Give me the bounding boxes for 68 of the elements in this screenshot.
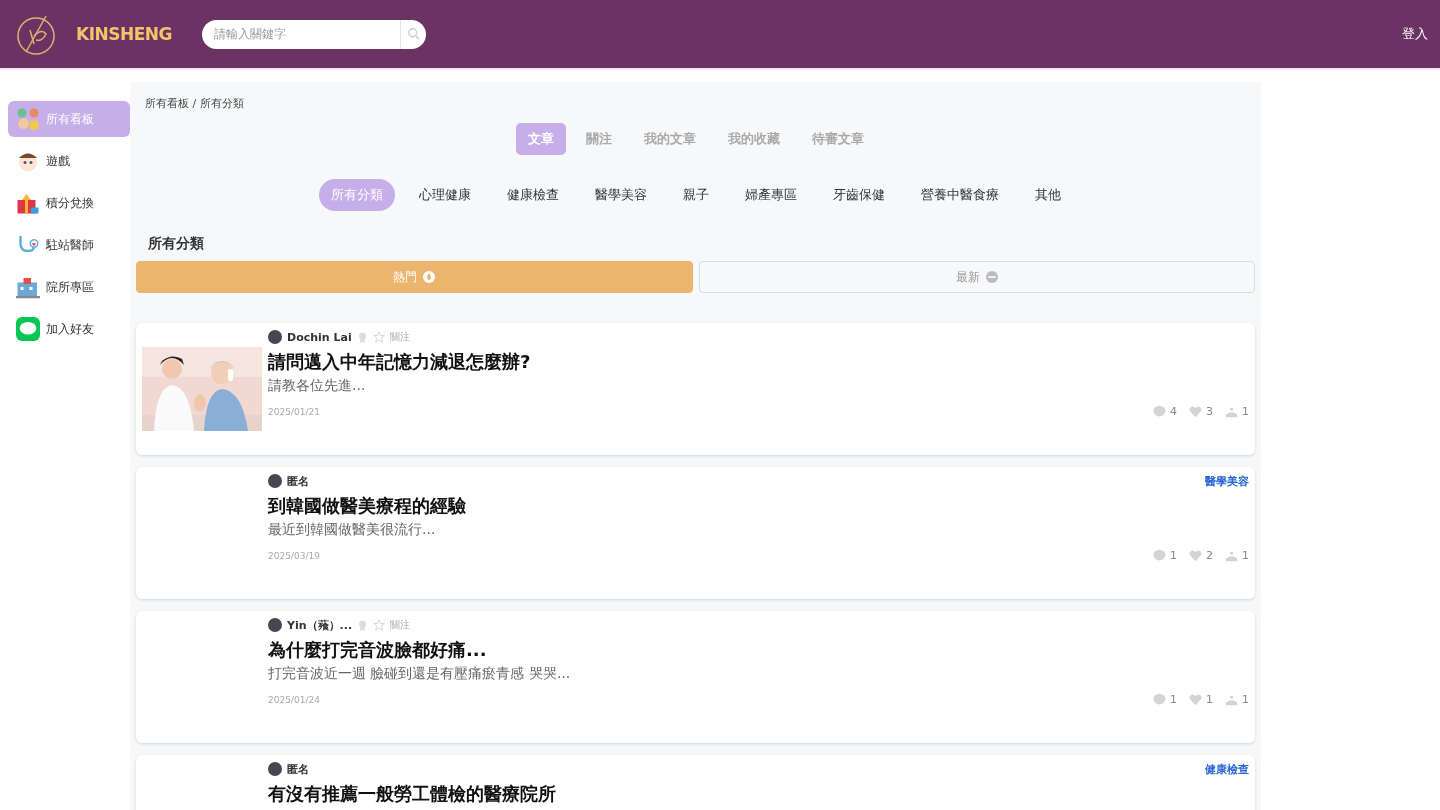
post-date: 2025/01/21 (268, 406, 320, 417)
avatar (268, 474, 282, 488)
post-excerpt: 請教各位先進... (268, 377, 367, 395)
breadcrumb: 所有看板 / 所有分類 (144, 96, 245, 111)
category-tab[interactable]: 醫學美容 (582, 179, 659, 211)
sidebar-item[interactable]: 遊戲 (8, 143, 130, 179)
reaction-count: 1 (1225, 693, 1249, 706)
heart-icon (1189, 549, 1202, 562)
comment-icon (1153, 693, 1166, 706)
comment-count: 1 (1153, 693, 1177, 706)
avatar (268, 618, 282, 632)
post-date: 2025/03/19 (268, 550, 320, 561)
post-title[interactable]: 為什麼打完音波臉都好痛... (268, 638, 1249, 662)
post-card[interactable]: 匿名 醫學美容 到韓國做醫美療程的經驗 最近到韓國做醫美很流行... 2025/03/19 1 2 1 (136, 467, 1255, 599)
heart-icon (1189, 693, 1202, 706)
like-count: 1 (1189, 693, 1213, 706)
search-bar[interactable]: 請輸入關鍵字 (202, 19, 426, 49)
category-tab[interactable]: 親子 (670, 179, 721, 211)
badge-icon (357, 619, 369, 631)
badge-icon (356, 331, 368, 343)
avatar (268, 330, 282, 344)
author-name[interactable]: 匿名 (287, 761, 309, 777)
sidebar-item[interactable]: 院所專區 (8, 269, 130, 305)
category-tag[interactable]: 醫學美容 (1205, 473, 1249, 489)
search-icon (406, 27, 421, 41)
post-excerpt: 打完音波近一週 臉碰到還是有壓痛瘀青感 哭哭... (268, 665, 572, 683)
like-count: 3 (1189, 405, 1213, 418)
comment-count: 1 (1153, 549, 1177, 562)
post-title[interactable]: 請問邁入中年記憶力減退怎麼辦? (268, 350, 1249, 374)
post-card[interactable]: Yin（薞）... 關注 為什麼打完音波臉都好痛... 打完音波近一週 臉碰到還是有壓痛瘀青感 哭哭... 2025/01/24 1 1 1 (136, 611, 1255, 743)
post-card[interactable]: 匿名 健康檢查 有沒有推薦一般勞工體檢的醫療院所 (136, 755, 1255, 810)
category-tab[interactable]: 其他 (1022, 179, 1073, 211)
author-name[interactable]: Yin（薞）... (287, 617, 353, 633)
comment-icon (1153, 549, 1166, 562)
sidebar-item[interactable]: 加入好友 (8, 311, 130, 347)
gift-icon (16, 191, 40, 215)
category-tab[interactable]: 婦產專區 (732, 179, 809, 211)
brand-name[interactable]: KINSHENG (76, 24, 172, 44)
flame-icon (423, 271, 436, 283)
hospital-icon (16, 275, 40, 299)
author-name[interactable]: 匿名 (287, 473, 309, 489)
star-icon (373, 619, 386, 631)
post-title[interactable]: 有沒有推薦一般勞工體檢的醫療院所 (268, 782, 1249, 806)
post-date: 2025/01/24 (268, 694, 320, 705)
star-icon (372, 331, 385, 343)
login-link[interactable]: 登入 (1402, 25, 1428, 43)
reaction-count: 1 (1225, 549, 1249, 562)
post-card[interactable]: Dochin Lai 關注 請問邁入中年記憶力減退怎麼辦? 請教各位先進... 2025/01/21 4 3 1 (136, 323, 1255, 455)
comment-count: 4 (1153, 405, 1177, 418)
category-tab[interactable]: 健康檢查 (494, 179, 571, 211)
like-count: 2 (1189, 549, 1213, 562)
category-tab[interactable]: 牙齒保健 (820, 179, 897, 211)
search-field[interactable]: 請輸入關鍵字 (202, 27, 400, 41)
post-title[interactable]: 到韓國做醫美療程的經驗 (268, 494, 1249, 518)
sidebar-item[interactable]: 積分兌換 (8, 185, 130, 221)
author-name[interactable]: Dochin Lai (287, 330, 352, 344)
post-excerpt: 最近到韓國做醫美很流行... (268, 521, 437, 539)
comment-icon (1153, 405, 1166, 418)
sidebar-item[interactable]: 駐站醫師 (8, 227, 130, 263)
category-tag[interactable]: 健康檢查 (1205, 761, 1249, 777)
section-title: 所有分類 (148, 235, 205, 253)
chat-icon (16, 317, 40, 341)
category-tab[interactable]: 心理健康 (406, 179, 483, 211)
heart-icon (1189, 405, 1202, 418)
category-tab[interactable]: 營養中醫食療 (908, 179, 1011, 211)
new-icon (985, 271, 998, 283)
avatar (268, 762, 282, 776)
reaction-count: 1 (1225, 405, 1249, 418)
